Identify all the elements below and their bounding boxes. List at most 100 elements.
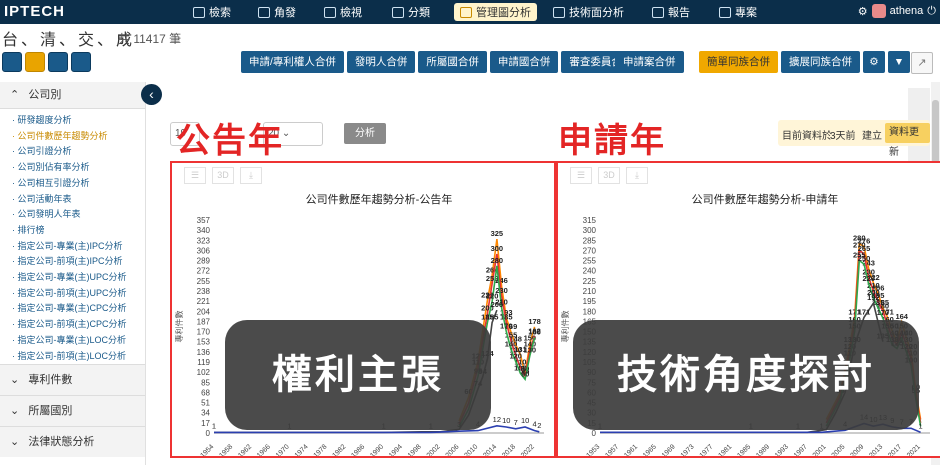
x-tick-label: 2005 <box>831 443 847 456</box>
sidebar-item[interactable]: · 指定公司-專業(主)CPC分析 <box>12 301 145 317</box>
sidebar-item[interactable]: · 指定公司-前項(主)CPC分析 <box>12 317 145 333</box>
sidebar-item[interactable]: · 公司件數歷年趨勢分析 <box>12 129 145 145</box>
chevron-down-icon: ⌄ <box>10 374 20 387</box>
sidebar-item[interactable]: · 公司發明人年表 <box>12 207 145 223</box>
merge-application-button[interactable]: 申請案合併 <box>615 51 684 73</box>
chart-mode-icon[interactable] <box>25 52 45 72</box>
merge-filing-country-button[interactable]: 申請國合併 <box>489 51 559 73</box>
list-icon[interactable]: ☰ <box>570 167 592 184</box>
collapse-sidebar-button[interactable]: ‹ <box>141 84 162 105</box>
y-tick-label: 0 <box>592 429 597 438</box>
sidebar-section-patent-count[interactable]: ⌄ 專利件數 <box>0 364 145 396</box>
sidebar-item[interactable]: · 指定公司-專業(主)IPC分析 <box>12 239 145 255</box>
data-label: 178 <box>528 317 541 326</box>
sidebar-item[interactable]: · 指定公司-前項(主)UPC分析 <box>12 286 145 302</box>
sidebar-section-company[interactable]: ⌃ 公司別 <box>0 82 145 109</box>
y-tick-label: 195 <box>583 297 597 306</box>
merge-country-button[interactable]: 所屬國合併 <box>418 51 487 73</box>
chart-tools: ☰ 3D ⤓ <box>184 167 262 184</box>
sidebar-section-country[interactable]: ⌄ 所屬國別 <box>0 395 145 427</box>
gear-icon[interactable]: ⚙ <box>858 5 868 18</box>
x-tick-label: 1986 <box>350 443 366 456</box>
username: athena <box>889 5 924 17</box>
power-icon[interactable]: ⏻ <box>927 5 936 18</box>
data-label: 300 <box>491 244 504 253</box>
sidebar-item[interactable]: · 指定公司-前項(主)IPC分析 <box>12 254 145 270</box>
export-icon[interactable]: ↗ <box>911 52 933 74</box>
sidebar-section-legal[interactable]: ⌄ 法律狀態分析 <box>0 426 145 458</box>
nav-search[interactable]: 檢索 <box>193 3 231 21</box>
network-icon[interactable] <box>48 52 68 72</box>
x-tick-label: 1978 <box>313 443 329 456</box>
x-tick-label: 1997 <box>793 443 809 456</box>
settings-gear-icon[interactable]: ⚙ <box>863 51 885 73</box>
y-tick-label: 315 <box>583 216 597 225</box>
data-status: 目前資料於 3天前 建立 資料更新 <box>778 120 930 158</box>
y-tick-label: 357 <box>197 216 211 225</box>
nav-tech-analysis[interactable]: 技術面分析 <box>553 3 624 21</box>
x-tick-label: 2001 <box>812 443 828 456</box>
merge-toolbar: 申請/專利權人合併 發明人合併 所屬國合併 申請國合併 審查委員合併 <box>241 51 641 73</box>
x-tick-label: 1957 <box>604 443 620 456</box>
mode-icons <box>2 52 91 74</box>
nav-classify[interactable]: 分類 <box>392 3 430 21</box>
overlay-rights-claim: 權利主張 <box>225 320 491 430</box>
user-menu[interactable]: ⚙ athena ⏻ <box>858 4 936 18</box>
3d-toggle[interactable]: 3D <box>212 167 234 184</box>
nav-label: 管理圖分析 <box>476 7 531 19</box>
page-title: 台、清、交、成 <box>2 32 136 49</box>
update-data-button[interactable]: 資料更新 <box>885 123 930 158</box>
simple-family-button[interactable]: 簡單同族合併 <box>699 51 778 73</box>
x-tick-label: 2002 <box>426 443 442 456</box>
nav-label: 報告 <box>668 7 690 19</box>
x-tick-label: 1993 <box>774 443 790 456</box>
nav-folder[interactable]: 角發 <box>258 3 296 21</box>
x-tick-label: 1966 <box>256 443 272 456</box>
extended-family-button[interactable]: 擴展同族合併 <box>781 51 860 73</box>
nav-management-chart[interactable]: 管理圖分析 <box>454 3 537 21</box>
scrollbar-thumb[interactable] <box>932 100 939 170</box>
y-tick-label: 306 <box>197 246 211 255</box>
sidebar-item[interactable]: · 公司活動年表 <box>12 192 145 208</box>
nav-project[interactable]: 專案 <box>719 3 757 21</box>
data-label: 206 <box>491 300 504 309</box>
y-tick-label: 153 <box>197 338 211 347</box>
sidebar-item[interactable]: · 排行榜 <box>12 223 145 239</box>
merge-inventor-button[interactable]: 發明人合併 <box>346 51 416 73</box>
merge-applicant-button[interactable]: 申請/專利權人合併 <box>241 51 344 73</box>
y-tick-label: 300 <box>583 226 597 235</box>
3d-toggle[interactable]: 3D <box>598 167 620 184</box>
x-tick-label: 2018 <box>501 443 517 456</box>
table-icon[interactable] <box>71 52 91 72</box>
data-label: 130 <box>524 345 537 354</box>
y-tick-label: 170 <box>197 328 211 337</box>
download-icon[interactable]: ⤓ <box>626 167 648 184</box>
x-tick-label: 1958 <box>218 443 234 456</box>
report-icon <box>652 6 664 18</box>
app-logo[interactable]: IPTECH <box>4 3 65 20</box>
home-icon[interactable] <box>2 52 22 72</box>
sidebar-item[interactable]: · 公司相互引證分析 <box>12 176 145 192</box>
chevron-down-icon: ⌄ <box>10 436 20 449</box>
list-icon[interactable]: ☰ <box>184 167 206 184</box>
nav-label: 檢視 <box>340 7 362 19</box>
sidebar-item[interactable]: · 研發趨度分析 <box>12 113 145 129</box>
nav-view[interactable]: 檢視 <box>324 3 362 21</box>
sidebar-item[interactable]: · 指定公司-專業(主)UPC分析 <box>12 270 145 286</box>
y-tick-label: 68 <box>201 388 210 397</box>
x-tick-label: 1982 <box>331 443 347 456</box>
x-tick-label: 1962 <box>237 443 253 456</box>
section-label: 所屬國別 <box>28 405 73 418</box>
sidebar-item[interactable]: · 公司引證分析 <box>12 144 145 160</box>
nav-report[interactable]: 報告 <box>652 3 690 21</box>
analyze-button[interactable]: 分析 <box>344 123 386 144</box>
download-icon[interactable]: ⤓ <box>240 167 262 184</box>
sidebar-item[interactable]: · 公司別佔有率分析 <box>12 160 145 176</box>
nav-label: 檢索 <box>209 7 231 19</box>
sidebar-item[interactable]: · 指定公司-前項(主)LOC分析 <box>12 349 145 365</box>
x-tick-label: 1953 <box>585 443 601 456</box>
y-tick-label: 238 <box>197 287 211 296</box>
filter-icon[interactable]: ▼ <box>888 51 910 73</box>
x-tick-label: 1954 <box>199 443 215 456</box>
sidebar-item[interactable]: · 指定公司-專業(主)LOC分析 <box>12 333 145 349</box>
